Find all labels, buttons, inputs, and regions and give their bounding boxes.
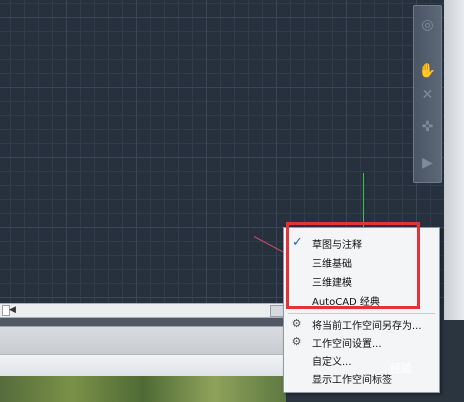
menu-item-label: 三维建模 <box>312 277 352 289</box>
steering-wheel-icon[interactable]: ◎ <box>417 14 438 36</box>
layout-tab-strip <box>0 318 286 326</box>
zoom-icon[interactable]: ✕ <box>417 84 438 106</box>
workspace-context-menu: ✓ 草图与注释 三维基础 三维建模 AutoCAD 经典 ⚙ 将当前工作空间另存… <box>283 227 440 393</box>
orbit-icon[interactable]: ✜ <box>417 116 438 138</box>
menu-item-3d-basics[interactable]: 三维基础 <box>284 253 439 271</box>
menu-item-3d-modeling[interactable]: 三维建模 <box>284 272 439 290</box>
horizontal-scrollbar[interactable]: ◀ <box>0 303 286 318</box>
menu-item-label: 将当前工作空间另存为... <box>312 320 422 332</box>
menu-item-label: 草图与注释 <box>312 239 362 251</box>
vertical-scrollbar[interactable] <box>444 0 464 320</box>
menu-item-label: 自定义... <box>312 356 352 368</box>
status-bar <box>0 354 286 377</box>
menu-item-autocad-classic[interactable]: AutoCAD 经典 <box>284 291 439 309</box>
check-icon: ✓ <box>292 235 303 250</box>
command-line[interactable] <box>0 326 286 355</box>
gear-icon: ⚙ <box>291 335 302 348</box>
save-workspace-icon: ⚙ <box>291 317 302 330</box>
ucs-y-axis <box>363 173 364 233</box>
menu-item-label: AutoCAD 经典 <box>312 296 380 308</box>
menu-item-customize[interactable]: 自定义... <box>284 351 439 369</box>
menu-item-save-workspace-as[interactable]: ⚙ 将当前工作空间另存为... <box>284 315 439 333</box>
desktop-background <box>0 376 286 402</box>
scroll-left-icon[interactable]: ◀ <box>9 305 16 315</box>
menu-item-workspace-settings[interactable]: ⚙ 工作空间设置... <box>284 333 439 351</box>
menu-item-label: 工作空间设置... <box>312 338 382 350</box>
menu-separator <box>288 313 435 314</box>
navigation-bar: ◎ ✋ ✕ ✜ ▶ <box>413 5 442 183</box>
menu-item-show-workspace-label[interactable]: 显示工作空间标签 <box>284 369 439 387</box>
showmotion-icon[interactable]: ▶ <box>417 152 438 174</box>
watermark-text: 经验 <box>390 362 412 375</box>
menu-item-label: 三维基础 <box>312 258 352 270</box>
pan-icon[interactable]: ✋ <box>417 60 438 82</box>
menu-item-label: 显示工作空间标签 <box>312 374 392 386</box>
menu-item-drafting-annotation[interactable]: ✓ 草图与注释 <box>284 234 439 252</box>
